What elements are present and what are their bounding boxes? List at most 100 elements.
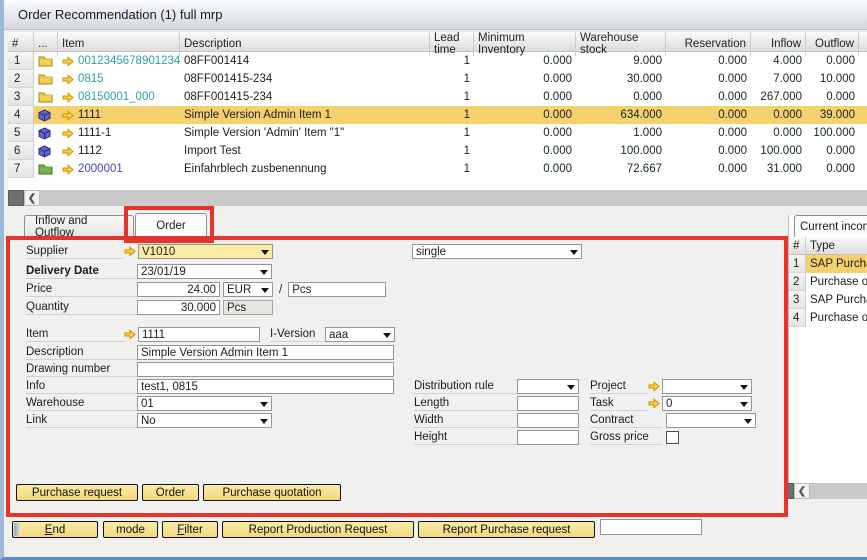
gross-price-checkbox[interactable] (666, 431, 679, 444)
row-number[interactable]: 2 (8, 70, 34, 88)
min-inventory-cell[interactable]: 0.000 (474, 106, 576, 124)
task-combo[interactable]: 0 (662, 396, 752, 411)
income-type-cell[interactable]: Purchase orde (806, 309, 867, 327)
table-row[interactable]: 5 1111-1Simple Version 'Admin' Item "1" 10… (8, 124, 867, 142)
link-arrow-icon[interactable] (124, 329, 136, 340)
row-number[interactable]: 6 (8, 142, 34, 160)
tab-inflow-and-outflow[interactable]: Inflow and Outflow (24, 215, 134, 237)
row-number[interactable]: 5 (8, 124, 34, 142)
row-number[interactable]: 3 (8, 88, 34, 106)
info-input[interactable]: test1, 0815 (137, 379, 394, 394)
inflow-cell[interactable]: 100.000 (751, 142, 806, 160)
i-version-combo[interactable]: aaa (325, 327, 395, 342)
inflow-cell[interactable]: 7.000 (751, 70, 806, 88)
project-combo[interactable] (662, 379, 752, 394)
scroll-left-icon[interactable]: ❮ (24, 190, 40, 206)
outflow-cell[interactable]: 0.000 (806, 160, 859, 178)
description-cell[interactable]: Simple Version 'Admin' Item "1" (180, 124, 430, 142)
filter-button[interactable]: Filter (162, 521, 218, 538)
length-input[interactable] (517, 396, 579, 411)
description-cell[interactable]: Import Test (180, 142, 430, 160)
warehouse-combo[interactable]: 01 (137, 396, 272, 411)
scrollbar-track[interactable] (40, 190, 867, 206)
income-type-cell[interactable]: SAP Purchase (806, 291, 867, 309)
income-horizontal-scrollbar[interactable]: ❮ (784, 483, 867, 499)
contract-combo[interactable] (666, 413, 756, 428)
min-inventory-cell[interactable]: 0.000 (474, 70, 576, 88)
width-input[interactable] (517, 413, 579, 428)
link-arrow-icon[interactable] (62, 110, 74, 121)
lead-time-cell[interactable]: 1 (430, 106, 474, 124)
distribution-rule-combo[interactable] (517, 379, 579, 394)
min-inventory-cell[interactable]: 0.000 (474, 124, 576, 142)
order-button[interactable]: Order (142, 484, 199, 501)
description-cell[interactable]: 08FF001415-234 (180, 88, 430, 106)
warehouse-stock-cell[interactable]: 0.000 (576, 88, 666, 106)
outflow-cell[interactable]: 0.000 (806, 88, 859, 106)
row-number[interactable]: 7 (8, 160, 34, 178)
supplier-combo[interactable]: V1010 (138, 244, 273, 259)
reservation-cell[interactable]: 0.000 (666, 142, 751, 160)
price-input[interactable]: 24.00 (137, 282, 220, 297)
warehouse-stock-cell[interactable]: 30.000 (576, 70, 666, 88)
warehouse-stock-cell[interactable]: 72.667 (576, 160, 666, 178)
link-arrow-icon[interactable] (62, 56, 74, 67)
income-scrollbar-track[interactable] (810, 483, 867, 499)
item-input[interactable]: 1111 (138, 327, 260, 342)
link-arrow-icon[interactable] (648, 381, 660, 392)
warehouse-stock-cell[interactable]: 1.000 (576, 124, 666, 142)
inflow-cell[interactable]: 0.000 (751, 106, 806, 124)
drawing-number-input[interactable] (137, 362, 394, 377)
row-number[interactable]: 4 (8, 106, 34, 124)
row-number[interactable]: 1 (789, 255, 806, 273)
income-type-cell[interactable]: Purchase orde (806, 273, 867, 291)
price-uom-input[interactable]: Pcs (288, 282, 386, 297)
item-cell[interactable]: 1111-1 (58, 124, 180, 142)
reservation-cell[interactable]: 0.000 (666, 70, 751, 88)
income-row[interactable]: 2Purchase orde (789, 273, 867, 291)
income-col-num[interactable]: # (789, 237, 806, 254)
description-cell[interactable]: Simple Version Admin Item 1 (180, 106, 430, 124)
lead-time-cell[interactable]: 1 (430, 160, 474, 178)
delivery-date-combo[interactable]: 23/01/19 (137, 264, 272, 279)
footer-text-input[interactable] (600, 519, 702, 535)
description-cell[interactable]: 08FF001414 (180, 52, 430, 70)
link-arrow-icon[interactable] (62, 74, 74, 85)
outflow-cell[interactable]: 0.000 (806, 52, 859, 70)
lead-time-cell[interactable]: 1 (430, 142, 474, 160)
purchase-request-button[interactable]: Purchase request (16, 484, 138, 501)
warehouse-stock-cell[interactable]: 9.000 (576, 52, 666, 70)
outflow-cell[interactable]: 100.000 (806, 124, 859, 142)
warehouse-stock-cell[interactable]: 634.000 (576, 106, 666, 124)
item-cell[interactable]: 1111 (58, 106, 180, 124)
description-cell[interactable]: Einfahrblech zusbenennung (180, 160, 430, 178)
link-arrow-icon[interactable] (62, 146, 74, 157)
order-mode-combo[interactable]: single (412, 244, 582, 259)
outflow-cell[interactable]: 0.000 (806, 142, 859, 160)
reservation-cell[interactable]: 0.000 (666, 52, 751, 70)
outflow-cell[interactable]: 39.000 (806, 106, 859, 124)
item-cell[interactable]: 00123456789012345679010 (58, 52, 180, 70)
lead-time-cell[interactable]: 1 (430, 88, 474, 106)
lead-time-cell[interactable]: 1 (430, 52, 474, 70)
reservation-cell[interactable]: 0.000 (666, 88, 751, 106)
scrollbar-corner-box[interactable] (8, 190, 24, 206)
mode-button[interactable]: mode (103, 521, 158, 538)
link-arrow-icon[interactable] (62, 92, 74, 103)
row-number[interactable]: 3 (789, 291, 806, 309)
link-arrow-icon[interactable] (62, 128, 74, 139)
link-combo[interactable]: No (137, 413, 272, 428)
row-number[interactable]: 4 (789, 309, 806, 327)
table-row[interactable]: 2081508FF001415-23410.00030.0000.0007.00… (8, 70, 867, 88)
quantity-input[interactable]: 30.000 (137, 300, 220, 315)
description-input[interactable]: Simple Version Admin Item 1 (137, 345, 394, 360)
link-arrow-icon[interactable] (124, 246, 136, 257)
income-row[interactable]: 1SAP Purchase (789, 255, 867, 273)
row-number[interactable]: 2 (789, 273, 806, 291)
min-inventory-cell[interactable]: 0.000 (474, 52, 576, 70)
tab-order[interactable]: Order (135, 213, 207, 238)
description-cell[interactable]: 08FF001415-234 (180, 70, 430, 88)
lead-time-cell[interactable]: 1 (430, 70, 474, 88)
inflow-cell[interactable]: 31.000 (751, 160, 806, 178)
income-col-type[interactable]: Type (806, 237, 867, 254)
